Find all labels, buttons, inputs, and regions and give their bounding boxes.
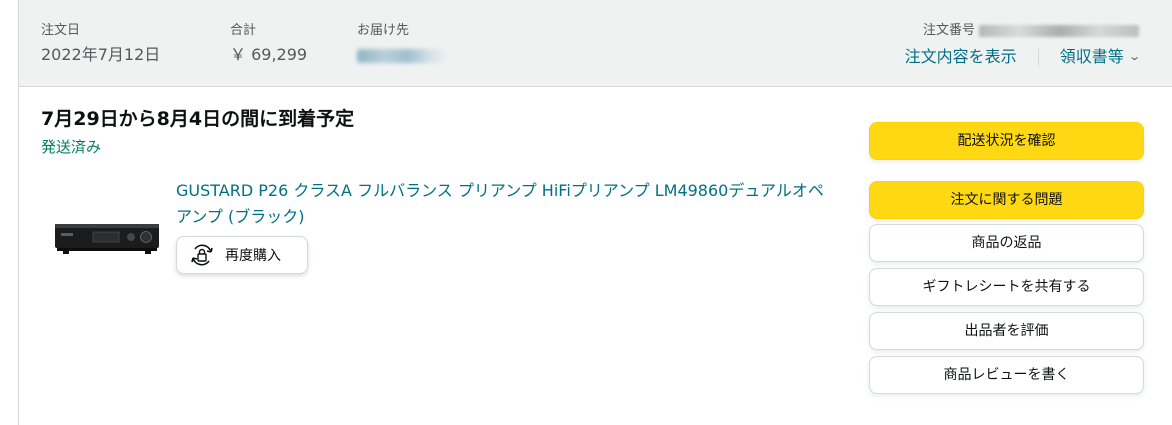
order-total-group: 合計 ￥ 69,299 [230, 22, 307, 66]
order-header-links: 注文内容を表示 領収書等 ⌄ [905, 46, 1141, 68]
order-number-label: 注文番号 [922, 23, 975, 38]
order-date-label: 注文日 [41, 23, 81, 38]
order-header: 注文日 2022年7月12日 合計 ￥ 69,299 お届け先 注文番号 注文内… [19, 0, 1172, 87]
order-total-label: 合計 [230, 23, 257, 38]
write-review-button[interactable]: 商品レビューを書く [869, 356, 1144, 394]
buy-again-button[interactable]: 再度購入 [176, 236, 308, 274]
link-divider [1037, 48, 1039, 67]
order-date-group: 注文日 2022年7月12日 [41, 22, 160, 66]
order-card: 注文日 2022年7月12日 合計 ￥ 69,299 お届け先 注文番号 注文内… [18, 0, 1172, 425]
chevron-down-icon: ⌄ [1127, 50, 1141, 63]
rebuy-icon [191, 244, 213, 266]
product-title-link[interactable]: GUSTARD P26 クラスA フルバランス プリアンプ HiFiプリアンプ … [176, 178, 826, 230]
seller-feedback-button[interactable]: 出品者を評価 [869, 312, 1144, 350]
order-number-redacted [979, 24, 1139, 37]
receipt-link-label: 領収書等 [1059, 47, 1124, 66]
shipment-status: 発送済み [41, 138, 102, 156]
product-image[interactable] [51, 206, 161, 266]
return-item-button[interactable]: 商品の返品 [869, 224, 1144, 262]
receipt-dropdown[interactable]: 領収書等 ⌄ [1059, 47, 1141, 66]
delivery-estimate-title: 7月29日から8月4日の間に到着予定 [41, 108, 355, 130]
order-header-right: 注文番号 注文内容を表示 領収書等 ⌄ [905, 22, 1141, 68]
buy-again-label: 再度購入 [225, 248, 281, 264]
order-date-value: 2022年7月12日 [41, 45, 161, 64]
ship-to-label: お届け先 [357, 23, 410, 38]
ship-to-group: お届け先 [357, 22, 449, 67]
ship-to-name-redacted[interactable] [357, 49, 449, 63]
view-order-details-link[interactable]: 注文内容を表示 [905, 47, 1017, 66]
track-package-button[interactable]: 配送状況を確認 [869, 122, 1144, 160]
order-problem-button[interactable]: 注文に関する問題 [869, 181, 1144, 219]
share-gift-receipt-button[interactable]: ギフトレシートを共有する [869, 268, 1144, 306]
order-number-row: 注文番号 [905, 22, 1139, 40]
order-total-value: ￥ 69,299 [230, 45, 308, 64]
